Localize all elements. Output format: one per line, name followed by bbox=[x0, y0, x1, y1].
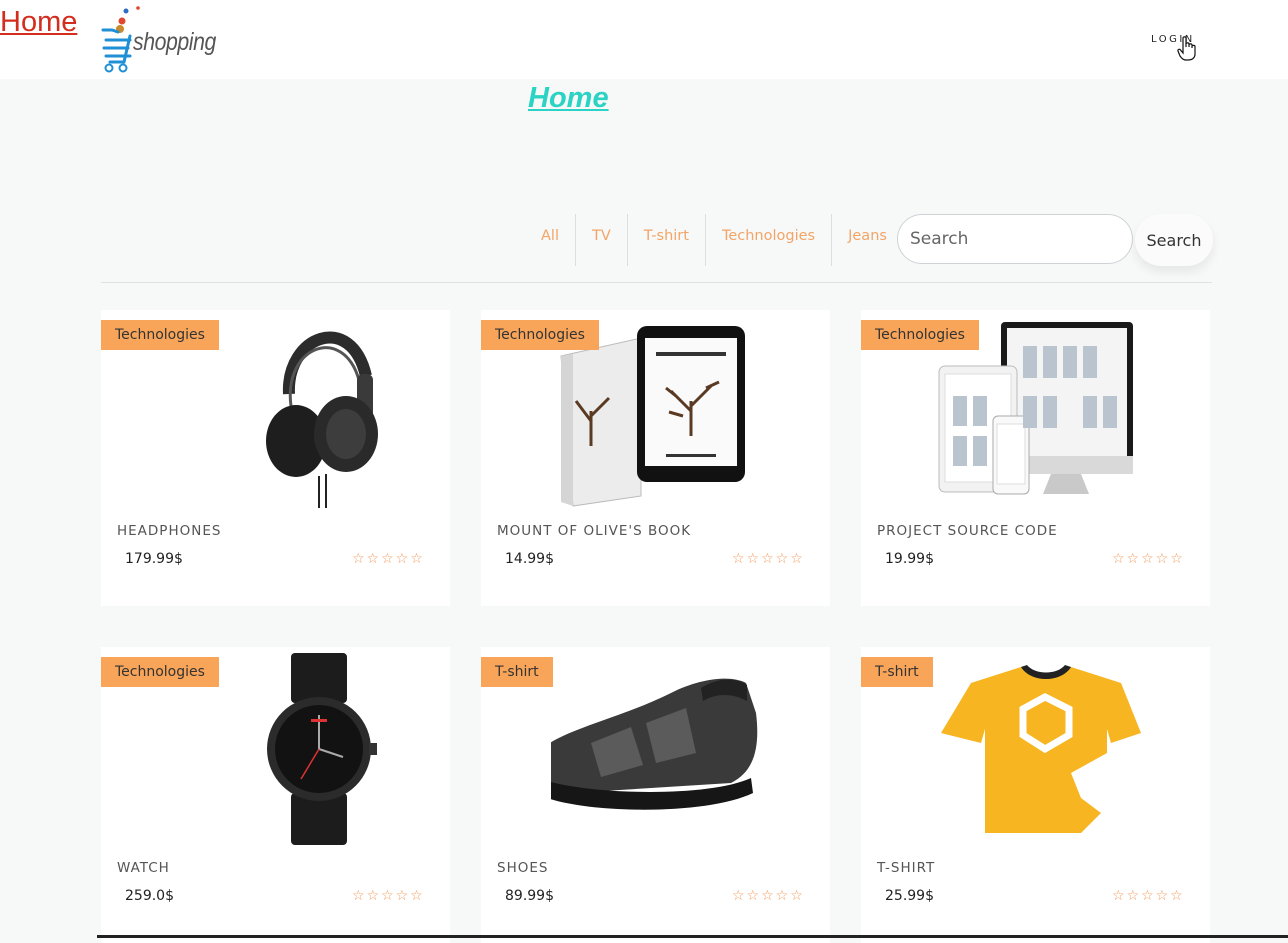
product-card[interactable]: Technologies WATCH 259.0$ ☆☆☆☆☆ bbox=[101, 647, 450, 943]
category-badge: Technologies bbox=[101, 320, 219, 350]
filter-all[interactable]: All bbox=[525, 214, 576, 266]
product-price: 179.99$ bbox=[125, 551, 183, 567]
product-price: 259.0$ bbox=[125, 888, 174, 904]
filter-technologies[interactable]: Technologies bbox=[706, 214, 833, 266]
rating-stars-icon[interactable]: ☆☆☆☆☆ bbox=[732, 888, 805, 904]
product-name[interactable]: PROJECT SOURCE CODE bbox=[877, 523, 1058, 539]
product-price: 19.99$ bbox=[885, 551, 934, 567]
hand-cursor-icon bbox=[1177, 36, 1196, 61]
product-name[interactable]: SHOES bbox=[497, 860, 548, 876]
product-card[interactable]: Technologies PROJECT SOURCE CODE 19.99$ … bbox=[861, 310, 1210, 606]
home-link[interactable]: Home bbox=[0, 2, 77, 42]
rating-stars-icon[interactable]: ☆☆☆☆☆ bbox=[352, 551, 425, 567]
logo-text: shopping bbox=[133, 28, 216, 56]
product-name[interactable]: MOUNT OF OLIVE'S BOOK bbox=[497, 523, 691, 539]
category-badge: T-shirt bbox=[861, 657, 933, 687]
category-badge: Technologies bbox=[481, 320, 599, 350]
product-card[interactable]: T-shirt T-SHIRT 25.99$ ☆☆☆☆☆ bbox=[861, 647, 1210, 943]
category-filter-bar: All TV T-shirt Technologies Jeans bbox=[525, 214, 903, 266]
tshirt-image bbox=[941, 665, 1141, 833]
shoe-image bbox=[551, 678, 758, 810]
product-price: 25.99$ bbox=[885, 888, 934, 904]
rating-stars-icon[interactable]: ☆☆☆☆☆ bbox=[1112, 888, 1185, 904]
rating-stars-icon[interactable]: ☆☆☆☆☆ bbox=[1112, 551, 1185, 567]
category-badge: Technologies bbox=[861, 320, 979, 350]
search-input[interactable] bbox=[897, 214, 1133, 264]
product-name[interactable]: WATCH bbox=[117, 860, 170, 876]
rating-stars-icon[interactable]: ☆☆☆☆☆ bbox=[352, 888, 425, 904]
product-card[interactable]: T-shirt SHOES 89.99$ ☆☆☆☆☆ bbox=[481, 647, 830, 943]
top-navbar: Home shopping LOGIN bbox=[0, 0, 1288, 79]
search-button[interactable]: Search bbox=[1135, 214, 1213, 266]
rating-stars-icon[interactable]: ☆☆☆☆☆ bbox=[732, 551, 805, 567]
filter-jeans[interactable]: Jeans bbox=[832, 214, 903, 266]
product-price: 89.99$ bbox=[505, 888, 554, 904]
product-price: 14.99$ bbox=[505, 551, 554, 567]
filter-tshirt[interactable]: T-shirt bbox=[628, 214, 706, 266]
product-name[interactable]: HEADPHONES bbox=[117, 523, 221, 539]
product-card[interactable]: Technologies HEADPHONES 179.99$ ☆☆☆☆☆ bbox=[101, 310, 450, 606]
category-badge: Technologies bbox=[101, 657, 219, 687]
product-name[interactable]: T-SHIRT bbox=[877, 860, 935, 876]
category-badge: T-shirt bbox=[481, 657, 553, 687]
page-title: Home bbox=[528, 82, 609, 114]
product-card[interactable]: Technologies MOUNT OF OLIVE'S BOOK 14.99… bbox=[481, 310, 830, 606]
divider bbox=[101, 282, 1212, 283]
filter-tv[interactable]: TV bbox=[576, 214, 628, 266]
